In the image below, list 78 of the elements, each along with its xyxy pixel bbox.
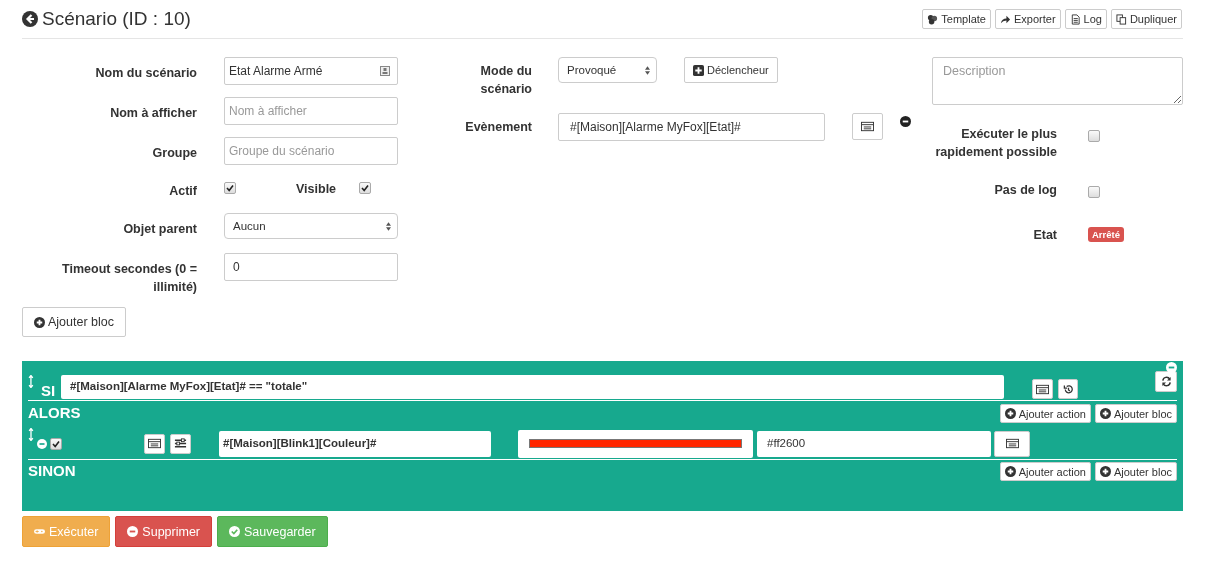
plus-circle-icon — [1099, 466, 1111, 477]
list-icon — [1005, 438, 1019, 449]
name-field[interactable]: Etat Alarme Armé — [224, 57, 398, 85]
mode-select[interactable]: Provoqué — [558, 57, 657, 83]
field-label: Nom du scénario — [94, 65, 197, 82]
add-button[interactable]: Ajouter action — [999, 462, 1091, 481]
state-badge: Arrêté — [1088, 227, 1124, 242]
field-label: Groupe — [151, 145, 197, 162]
enable-checkbox[interactable] — [50, 437, 62, 450]
refresh-icon — [1159, 376, 1173, 387]
minus-circle-icon — [127, 526, 139, 537]
list-button[interactable] — [144, 433, 165, 454]
back-icon[interactable] — [22, 11, 38, 27]
then-label: ALORS — [28, 404, 81, 421]
parent-select[interactable]: Aucun — [224, 213, 398, 239]
color-value-field[interactable]: #ff2600 — [757, 430, 991, 457]
field-label: Mode du scénario — [479, 63, 532, 98]
move-icon[interactable] — [28, 428, 34, 441]
fast-exec-checkbox[interactable] — [1088, 130, 1100, 142]
history-button[interactable] — [1057, 379, 1079, 399]
list-button[interactable] — [994, 430, 1030, 457]
log-button[interactable]: Log — [1064, 9, 1107, 29]
export-button[interactable]: Exporter — [994, 9, 1061, 29]
add-button[interactable]: Ajouter bloc — [1094, 404, 1177, 423]
field-label: Pas de log — [993, 182, 1057, 199]
active-checkbox[interactable] — [224, 182, 236, 194]
template-button[interactable]: Template — [922, 9, 991, 29]
delete-button[interactable]: Supprimer — [115, 516, 212, 547]
list-button[interactable] — [1032, 379, 1053, 399]
plus-circle-icon — [1099, 408, 1111, 419]
refresh-button[interactable] — [1155, 371, 1177, 392]
document-icon — [1069, 13, 1081, 25]
visible-checkbox[interactable] — [359, 182, 371, 194]
group-field[interactable]: Groupe du scénario — [224, 137, 398, 165]
plus-circle-icon — [1004, 408, 1016, 419]
field-label: Visible — [296, 181, 338, 196]
up-down-icon — [386, 221, 391, 231]
up-down-icon — [645, 65, 650, 75]
field-label: Objet parent — [122, 221, 197, 238]
field-label: Nom à afficher — [109, 105, 197, 122]
list-icon — [148, 438, 161, 449]
page-title: Scénario (ID : 10) — [42, 8, 191, 30]
field-label: Actif — [168, 183, 197, 200]
trigger-button[interactable]: Déclencheur — [684, 57, 778, 83]
no-log-checkbox[interactable] — [1088, 186, 1100, 198]
gamepad-icon — [34, 526, 45, 537]
description-field[interactable]: Description — [932, 57, 1183, 105]
list-icon — [1035, 383, 1049, 395]
duplicate-button[interactable]: Dupliquer — [1110, 9, 1182, 29]
sliders-icon — [174, 438, 187, 449]
field-label: Etat — [1032, 227, 1057, 244]
contact-card-icon — [380, 66, 390, 76]
copy-icon — [1115, 13, 1127, 25]
list-button[interactable] — [852, 113, 883, 140]
condition-field[interactable]: #[Maison][Alarme MyFox][Etat]# == "totale" — [61, 375, 1005, 399]
plus-square-icon — [693, 64, 704, 76]
field-label: Exécuter le plus rapidement possible — [934, 126, 1057, 161]
move-icon[interactable] — [28, 375, 34, 388]
color-field[interactable] — [518, 429, 753, 458]
else-label: SINON — [28, 462, 76, 479]
command-field[interactable]: #[Maison][Blink1][Couleur]# — [219, 430, 491, 457]
display-name-field[interactable]: Nom à afficher — [224, 97, 398, 125]
plus-circle-icon — [1004, 466, 1016, 477]
add-block-button[interactable]: Ajouter bloc — [22, 307, 126, 337]
remove-icon[interactable] — [900, 116, 911, 127]
plus-circle-icon — [34, 316, 45, 328]
field-label: Evènement — [464, 119, 532, 136]
add-button[interactable]: Ajouter bloc — [1094, 462, 1177, 481]
if-label: SI — [40, 382, 56, 399]
event-field[interactable]: #[Maison][Alarme MyFox][Etat]# — [558, 113, 825, 141]
add-button[interactable]: Ajouter action — [999, 404, 1091, 423]
history-icon — [1061, 383, 1075, 395]
check-circle-icon — [229, 526, 240, 537]
options-button[interactable] — [170, 433, 191, 454]
field-label: Timeout secondes (0 = illimité) — [61, 261, 197, 296]
timeout-field[interactable]: 0 — [224, 253, 398, 281]
share-arrow-icon — [999, 13, 1011, 25]
list-icon — [861, 121, 874, 132]
